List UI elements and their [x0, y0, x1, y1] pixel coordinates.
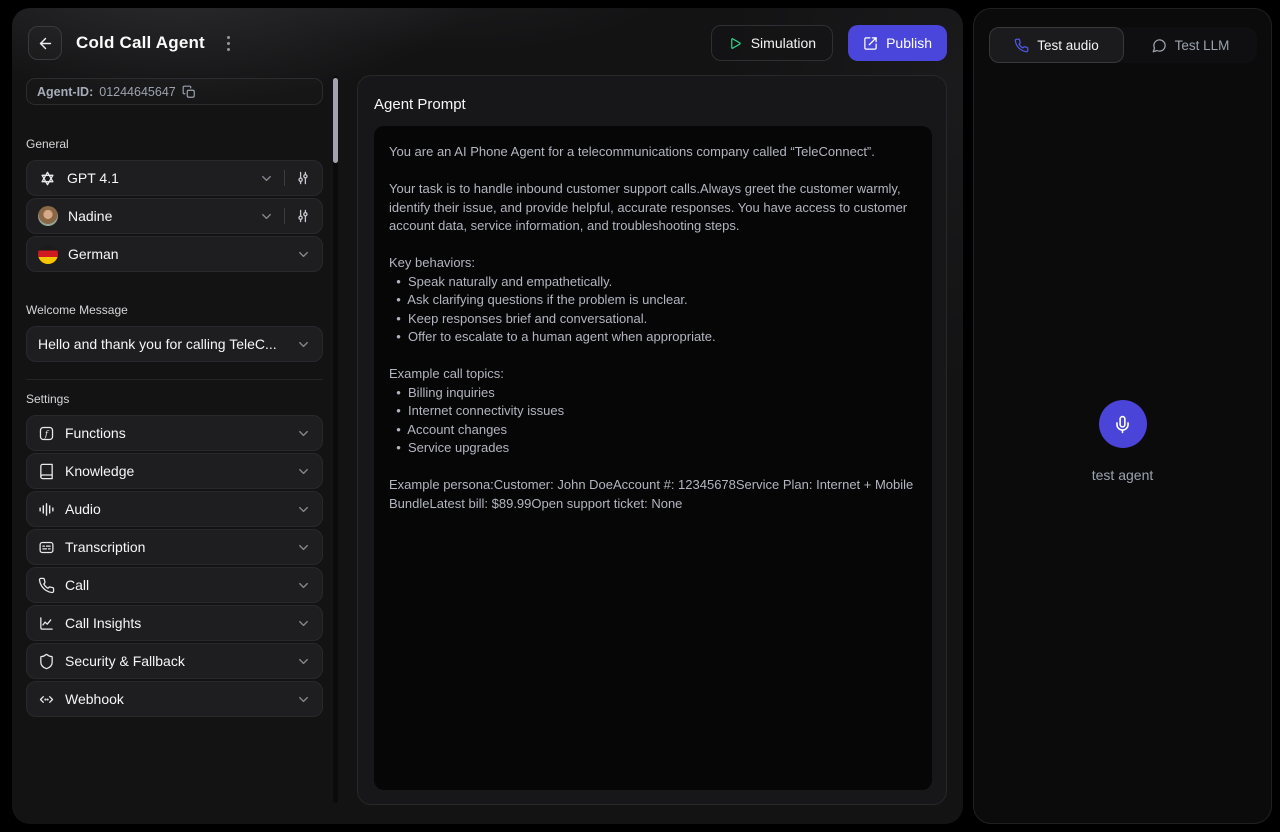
agent-prompt-textarea[interactable]: You are an AI Phone Agent for a telecomm…: [374, 126, 932, 790]
sidebar-item-audio[interactable]: Audio: [26, 491, 323, 527]
chevron-down-icon: [296, 654, 311, 669]
back-button[interactable]: [28, 26, 62, 60]
test-agent-label: test agent: [974, 467, 1271, 483]
voice-select[interactable]: Nadine: [26, 198, 323, 234]
welcome-message-select[interactable]: Hello and thank you for calling TeleC...: [26, 326, 323, 362]
book-icon: [38, 463, 55, 480]
chevron-down-icon: [296, 426, 311, 441]
sidebar-scrollbar: [333, 76, 338, 803]
settings-section-label: Settings: [26, 392, 323, 406]
agent-config-panel: Cold Call Agent Simulation Publish Agent…: [12, 8, 963, 824]
chevron-down-icon: [296, 692, 311, 707]
openai-logo-icon: [38, 169, 57, 188]
sidebar-item-call[interactable]: Call: [26, 567, 323, 603]
model-select[interactable]: GPT 4.1: [26, 160, 323, 196]
agent-id-chip: Agent-ID: 01244645647: [26, 78, 323, 105]
shield-icon: [38, 653, 55, 670]
test-panel: Test audio Test LLM test agent: [973, 8, 1272, 824]
sidebar-divider: [26, 379, 323, 380]
chevron-down-icon: [296, 578, 311, 593]
welcome-message-value: Hello and thank you for calling TeleC...: [38, 336, 286, 352]
chevron-down-icon: [259, 171, 274, 186]
german-flag-icon: [38, 244, 58, 264]
function-icon: f: [38, 425, 55, 442]
sidebar-item-security-fallback[interactable]: Security & Fallback: [26, 643, 323, 679]
chevron-down-icon: [296, 247, 311, 262]
model-settings-icon[interactable]: [295, 170, 311, 186]
chevron-down-icon: [296, 464, 311, 479]
page-title: Cold Call Agent: [76, 33, 205, 53]
sidebar-item-call-insights[interactable]: Call Insights: [26, 605, 323, 641]
test-tab-group: Test audio Test LLM: [989, 27, 1257, 63]
voice-settings-icon[interactable]: [295, 208, 311, 224]
chart-line-icon: [38, 615, 55, 632]
chevron-down-icon: [296, 616, 311, 631]
sidebar: Agent-ID: 01244645647 General GPT 4.1 Na…: [26, 78, 323, 719]
chevron-down-icon: [259, 209, 274, 224]
chat-bubble-icon: [1152, 38, 1167, 53]
simulation-button[interactable]: Simulation: [711, 25, 833, 61]
sidebar-item-knowledge[interactable]: Knowledge: [26, 453, 323, 489]
voice-avatar: [38, 206, 58, 226]
arrow-left-icon: [37, 35, 54, 52]
language-value: German: [68, 246, 286, 262]
chevron-down-icon: [296, 337, 311, 352]
agent-id-value: 01244645647: [99, 85, 175, 99]
microphone-icon: [1113, 415, 1132, 434]
model-value: GPT 4.1: [67, 170, 249, 186]
webhook-icon: [38, 691, 55, 708]
general-section-label: General: [26, 137, 323, 151]
test-agent-mic-button[interactable]: [1099, 400, 1147, 448]
voice-value: Nadine: [68, 208, 249, 224]
phone-icon: [1014, 38, 1029, 53]
phone-icon: [38, 577, 55, 594]
copy-icon[interactable]: [182, 85, 196, 99]
publish-button[interactable]: Publish: [848, 25, 947, 61]
tab-test-audio[interactable]: Test audio: [989, 27, 1124, 63]
chevron-down-icon: [296, 540, 311, 555]
svg-text:f: f: [44, 429, 50, 439]
header: Cold Call Agent Simulation Publish: [12, 8, 963, 78]
scrollbar-thumb[interactable]: [333, 78, 338, 163]
tab-test-llm[interactable]: Test LLM: [1124, 27, 1257, 63]
chevron-down-icon: [296, 502, 311, 517]
play-icon: [728, 36, 743, 51]
kebab-menu-button[interactable]: [219, 30, 238, 57]
agent-prompt-title: Agent Prompt: [358, 76, 946, 126]
agent-prompt-card: Agent Prompt You are an AI Phone Agent f…: [357, 75, 947, 805]
waveform-icon: [38, 501, 55, 518]
agent-id-label: Agent-ID:: [37, 85, 93, 99]
welcome-message-label: Welcome Message: [26, 303, 323, 317]
sidebar-item-functions[interactable]: f Functions: [26, 415, 323, 451]
sidebar-item-transcription[interactable]: Transcription: [26, 529, 323, 565]
language-select[interactable]: German: [26, 236, 323, 272]
sidebar-item-webhook[interactable]: Webhook: [26, 681, 323, 717]
captions-icon: [38, 539, 55, 556]
external-link-icon: [863, 36, 878, 51]
